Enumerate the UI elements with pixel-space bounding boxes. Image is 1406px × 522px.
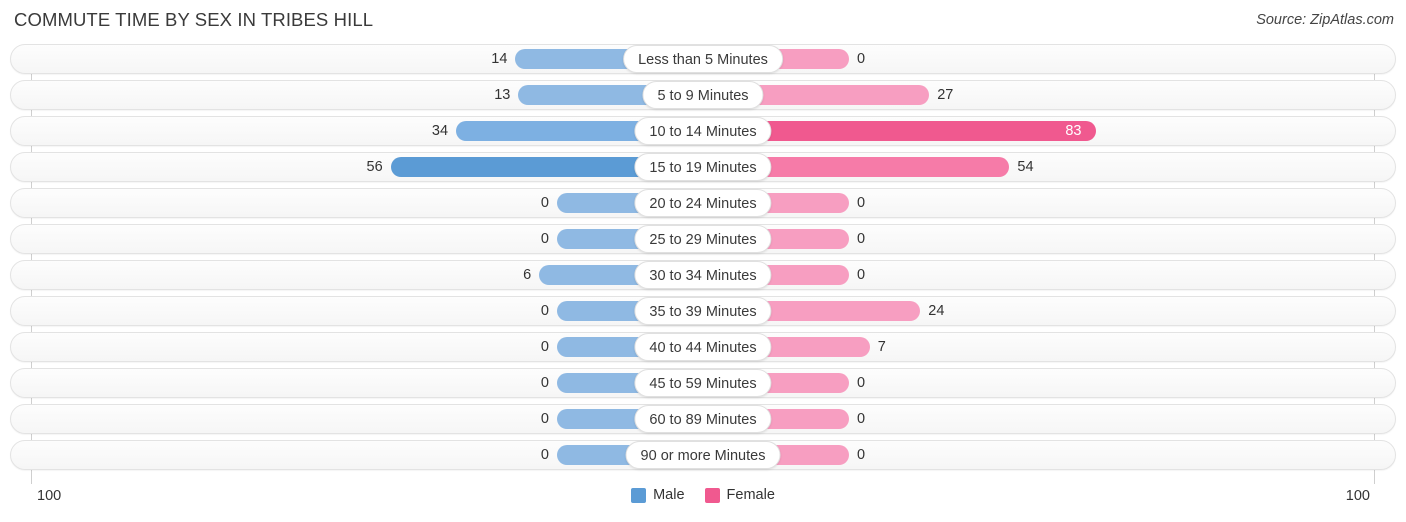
page-title: COMMUTE TIME BY SEX IN TRIBES HILL (14, 9, 374, 30)
value-label-male: 13 (494, 87, 511, 103)
value-label-male: 0 (540, 195, 549, 211)
value-label-female: 0 (857, 195, 866, 211)
category-label-pill[interactable]: 5 to 9 Minutes (642, 81, 764, 109)
legend-label: Female (726, 487, 775, 503)
chart-legend: Male Female (0, 487, 1406, 503)
category-label-pill[interactable]: 15 to 19 Minutes (634, 153, 772, 181)
chart-row: 6 0 30 to 34 Minutes (0, 260, 1406, 290)
value-label-male: 0 (540, 339, 549, 355)
value-label-female: 0 (857, 411, 866, 427)
value-label-male: 0 (540, 447, 549, 463)
legend-label: Male (653, 487, 685, 503)
legend-swatch-icon (704, 487, 720, 503)
value-label-male: 0 (540, 375, 549, 391)
category-label-pill[interactable]: 40 to 44 Minutes (634, 333, 772, 361)
chart-rows: 14 0 Less than 5 Minutes 13 27 5 to 9 Minutes… (0, 44, 1406, 476)
legend-swatch-icon (631, 487, 647, 503)
value-label-male: 0 (540, 231, 549, 247)
chart-row: 13 27 5 to 9 Minutes (0, 80, 1406, 110)
value-label-female: 54 (1017, 159, 1034, 175)
chart-row: 0 0 90 or more Minutes (0, 440, 1406, 470)
value-label-male: 6 (523, 267, 532, 283)
chart-row: 0 24 35 to 39 Minutes (0, 296, 1406, 326)
category-label-pill[interactable]: 10 to 14 Minutes (634, 117, 772, 145)
chart-row: 0 7 40 to 44 Minutes (0, 332, 1406, 362)
chart-row: 0 0 25 to 29 Minutes (0, 224, 1406, 254)
category-label-pill[interactable]: 60 to 89 Minutes (634, 405, 772, 433)
legend-item[interactable]: Male (631, 487, 685, 503)
value-label-female: 0 (857, 267, 866, 283)
chart-plot-area: 14 0 Less than 5 Minutes 13 27 5 to 9 Minutes… (0, 44, 1406, 484)
value-label-male: 0 (540, 303, 549, 319)
chart-header: COMMUTE TIME BY SEX IN TRIBES HILL Sourc… (0, 0, 1406, 44)
value-label-female: 0 (857, 231, 866, 247)
category-label-pill[interactable]: 30 to 34 Minutes (634, 261, 772, 289)
category-label-pill[interactable]: 90 or more Minutes (625, 441, 781, 469)
value-label-female: 0 (857, 375, 866, 391)
category-label-pill[interactable]: 45 to 59 Minutes (634, 369, 772, 397)
value-label-male: 14 (491, 51, 508, 67)
value-label-female: 0 (857, 51, 866, 67)
chart-row: 34 83 10 to 14 Minutes (0, 116, 1406, 146)
value-label-female: 24 (928, 303, 945, 319)
value-label-female: 27 (937, 87, 954, 103)
value-label-male: 34 (431, 123, 449, 139)
category-label-pill[interactable]: 25 to 29 Minutes (634, 225, 772, 253)
value-label-female: 0 (857, 447, 866, 463)
chart-footer: 100 100 Male Female (0, 484, 1406, 522)
category-label-pill[interactable]: Less than 5 Minutes (623, 45, 783, 73)
category-label-pill[interactable]: 35 to 39 Minutes (634, 297, 772, 325)
chart-row: 14 0 Less than 5 Minutes (0, 44, 1406, 74)
chart-row: 0 0 60 to 89 Minutes (0, 404, 1406, 434)
legend-item[interactable]: Female (704, 487, 775, 503)
category-label-pill[interactable]: 20 to 24 Minutes (634, 189, 772, 217)
chart-row: 0 0 20 to 24 Minutes (0, 188, 1406, 218)
value-label-female: 7 (877, 339, 886, 355)
value-label-male: 0 (540, 411, 549, 427)
source-attribution: Source: ZipAtlas.com (1256, 12, 1394, 28)
value-label-male: 56 (366, 159, 383, 175)
chart-row: 56 54 15 to 19 Minutes (0, 152, 1406, 182)
chart-row: 0 0 45 to 59 Minutes (0, 368, 1406, 398)
